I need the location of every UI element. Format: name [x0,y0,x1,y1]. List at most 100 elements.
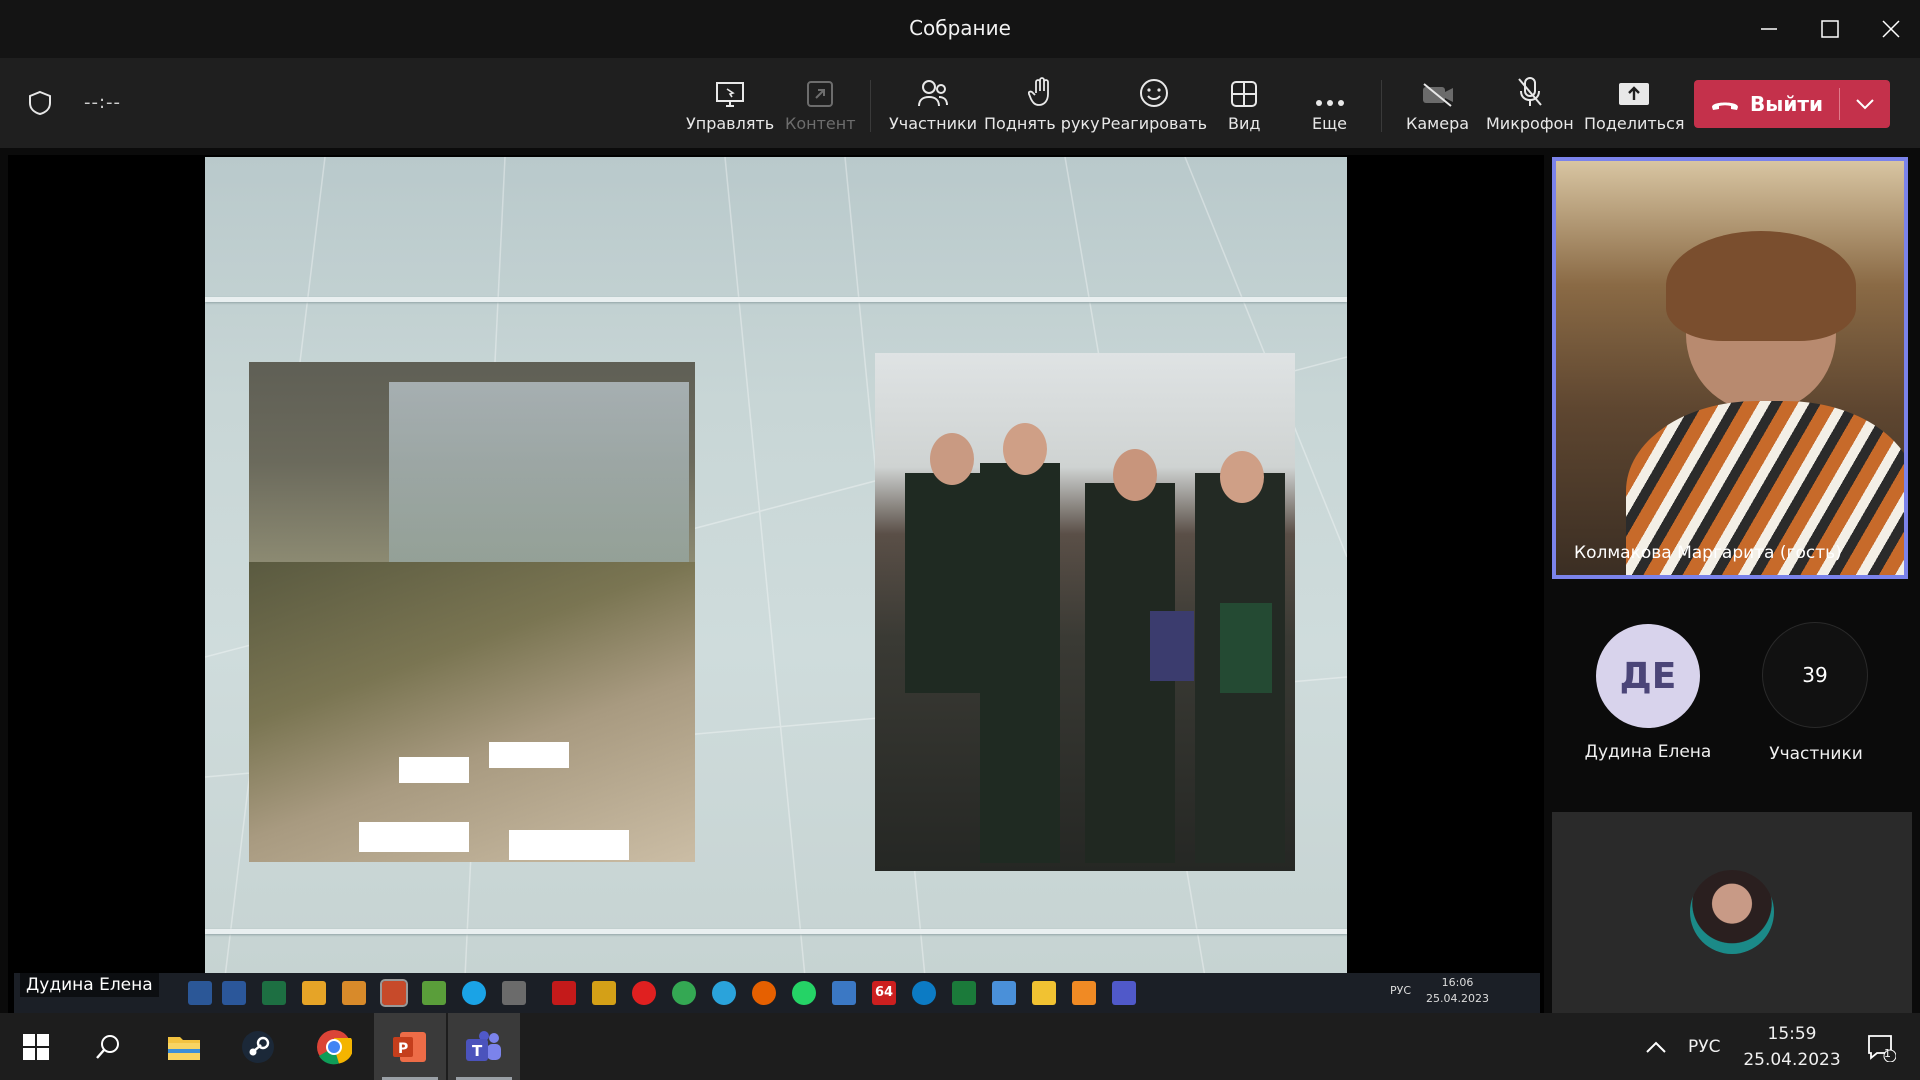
shared-screen: Дудина Елена 64 РУС 16:06 25.04.2023 [8,155,1544,1013]
participant-video-name: Колмакова Маргарита (гость) [1574,543,1842,563]
steam-icon [242,1030,274,1063]
file-explorer-button[interactable] [148,1013,220,1080]
inner-clock-time: 16:06 [1441,976,1474,989]
photo-cadets-library [875,353,1295,871]
self-preview-tile[interactable] [1552,812,1912,1013]
powerpoint-icon [380,979,408,1007]
raise-hand-label: Поднять руку [984,114,1100,133]
search-button[interactable] [72,1013,144,1080]
camera-label: Камера [1406,114,1470,133]
inner-clock: 16:06 25.04.2023 [1426,975,1489,1007]
leave-button-group: Выйти [1694,80,1890,128]
manage-button[interactable]: Управлять [686,72,774,142]
powerpoint-button[interactable]: P [374,1013,446,1080]
photo-meeting-table [249,362,695,862]
whatsapp-icon [792,981,816,1005]
participant-video-tile[interactable]: Колмакова Маргарита (гость) [1552,157,1908,579]
view-label: Вид [1228,114,1261,133]
slide-divider-bottom [205,929,1347,934]
yandex-icon [632,981,656,1005]
participants-button[interactable]: Участники [889,72,977,142]
grid-view-icon [1231,81,1258,107]
windows-logo-icon [23,1033,49,1060]
content-button[interactable]: Контент [785,72,856,142]
save-icon [188,981,212,1005]
action-center-button[interactable]: 1 [1856,1013,1906,1080]
chevron-down-icon [1856,99,1874,110]
participant-avatar-name: Дудина Елена [1584,742,1712,762]
raise-hand-button[interactable]: Поднять руку [984,72,1100,142]
skype-icon [462,981,486,1005]
chevron-up-icon [1646,1041,1666,1053]
minimize-button[interactable] [1740,0,1798,58]
participant-avatar[interactable]: ДЕ [1596,624,1700,728]
butterfly-icon [592,981,616,1005]
shield-app-icon [832,981,856,1005]
firefox-icon [752,981,776,1005]
maximize-button[interactable] [1801,0,1859,58]
participants-count-label: Участники [1769,744,1863,764]
close-icon [1882,20,1900,38]
teams-small-icon [1112,981,1136,1005]
outlook-icon [302,981,326,1005]
leave-options-button[interactable] [1840,80,1890,128]
microphone-label: Микрофон [1486,114,1574,133]
share-content-icon [807,81,834,107]
camera-off-icon [1422,83,1453,107]
share-screen-icon [1619,83,1650,105]
leave-label: Выйти [1750,92,1823,116]
word-icon [222,981,246,1005]
share-button[interactable]: Поделиться [1584,72,1685,142]
microphone-button[interactable]: Микрофон [1486,72,1574,142]
notification-icon [1868,1034,1896,1062]
close-button[interactable] [1862,0,1920,58]
clock-date: 25.04.2023 [1743,1049,1841,1070]
language-indicator[interactable]: РУС [1688,1013,1720,1080]
leave-button[interactable]: Выйти [1694,80,1839,128]
search-icon [96,1034,119,1059]
meeting-timer: --:-- [84,92,122,113]
self-avatar [1690,870,1774,954]
book-app-icon [952,981,976,1005]
archive-icon [342,981,366,1005]
excel-icon [262,981,286,1005]
network-icon [422,981,446,1005]
tool-icon [502,981,526,1005]
camera-button[interactable]: Камера [1406,72,1469,142]
react-button[interactable]: Реагировать [1101,72,1207,142]
minimize-icon [1761,28,1777,30]
content-label: Контент [785,114,856,133]
show-hidden-icons-button[interactable] [1646,1013,1666,1080]
start-button[interactable] [0,1013,72,1080]
hangup-icon [1712,102,1739,110]
chrome-button[interactable] [298,1013,370,1080]
orange-app-icon [1072,981,1096,1005]
participants-count-badge[interactable]: 39 [1762,622,1868,728]
view-button[interactable]: Вид [1228,72,1260,142]
presentation-slide [205,157,1347,977]
teams-icon: T [466,1030,501,1061]
shield-icon[interactable] [28,90,52,120]
notification-count: 1 [1884,1047,1891,1060]
teams-button[interactable]: T [448,1013,520,1080]
chrome-icon [317,1029,352,1064]
folder-icon [1032,981,1056,1005]
window-title: Собрание [909,16,1011,40]
more-dots-icon [1315,100,1344,106]
more-label: Еще [1312,114,1348,133]
share-label: Поделиться [1584,114,1685,133]
smiley-icon [1140,79,1169,107]
more-button[interactable]: Еще [1312,72,1347,142]
clock[interactable]: 15:59 25.04.2023 [1742,1013,1842,1080]
badge-64-icon: 64 [872,981,896,1005]
participants-label: Участники [889,114,978,133]
acrobat-icon [552,981,576,1005]
steam-button[interactable] [222,1013,294,1080]
chrome-icon [672,981,696,1005]
screen-manage-icon [716,82,745,107]
powerpoint-icon: P [393,1031,426,1062]
box-icon [992,981,1016,1005]
inner-lang-indicator: РУС [1390,984,1412,997]
windows-taskbar: P T РУС 15:59 25.04.2023 1 [0,1013,1920,1080]
folder-icon [168,1036,200,1060]
